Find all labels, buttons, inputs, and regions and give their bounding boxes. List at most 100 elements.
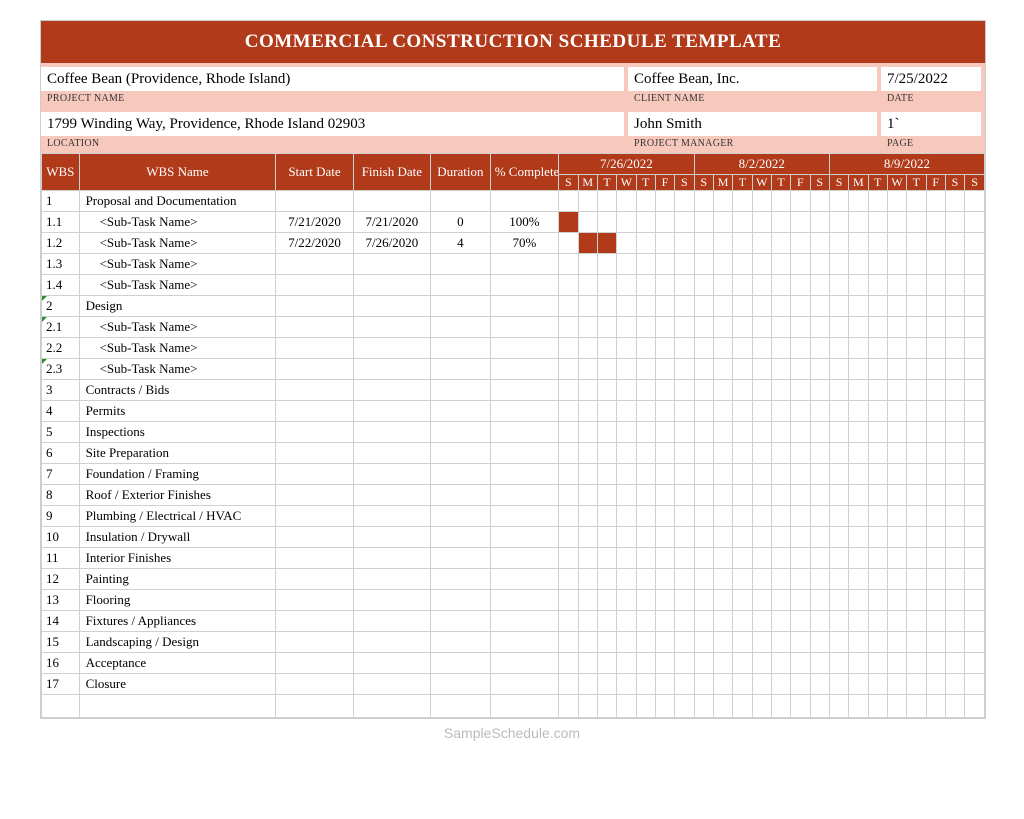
gantt-cell[interactable]: [655, 527, 674, 548]
gantt-cell[interactable]: [945, 485, 964, 506]
gantt-cell[interactable]: [829, 233, 848, 254]
table-row[interactable]: 17Closure: [42, 674, 985, 695]
gantt-cell[interactable]: [771, 569, 790, 590]
gantt-cell[interactable]: [752, 401, 771, 422]
empty-cell[interactable]: [694, 695, 713, 718]
gantt-cell[interactable]: [578, 317, 597, 338]
gantt-cell[interactable]: [791, 443, 810, 464]
gantt-cell[interactable]: [578, 611, 597, 632]
gantt-cell[interactable]: [713, 338, 732, 359]
table-row[interactable]: 14Fixtures / Appliances: [42, 611, 985, 632]
gantt-cell[interactable]: [849, 527, 868, 548]
gantt-cell[interactable]: [559, 401, 578, 422]
gantt-cell[interactable]: [752, 632, 771, 653]
gantt-cell[interactable]: [868, 506, 887, 527]
gantt-cell[interactable]: [713, 254, 732, 275]
gantt-cell[interactable]: [887, 233, 906, 254]
gantt-cell[interactable]: [694, 359, 713, 380]
cell-start[interactable]: [276, 191, 353, 212]
gantt-cell[interactable]: [636, 590, 655, 611]
gantt-cell[interactable]: [713, 674, 732, 695]
gantt-cell[interactable]: [655, 548, 674, 569]
table-row[interactable]: 10Insulation / Drywall: [42, 527, 985, 548]
gantt-cell[interactable]: [752, 653, 771, 674]
gantt-cell[interactable]: [752, 674, 771, 695]
gantt-cell[interactable]: [733, 317, 752, 338]
cell-wbs[interactable]: 5: [42, 422, 80, 443]
page-value[interactable]: 1`: [881, 112, 981, 136]
gantt-cell[interactable]: [965, 338, 985, 359]
gantt-cell[interactable]: [617, 317, 636, 338]
gantt-cell[interactable]: [849, 569, 868, 590]
gantt-cell[interactable]: [965, 464, 985, 485]
gantt-cell[interactable]: [791, 653, 810, 674]
gantt-cell[interactable]: [655, 569, 674, 590]
schedule-grid[interactable]: WBSWBS NameStart DateFinish DateDuration…: [41, 153, 985, 718]
gantt-cell[interactable]: [713, 653, 732, 674]
gantt-cell[interactable]: [868, 569, 887, 590]
gantt-cell[interactable]: [617, 191, 636, 212]
gantt-cell[interactable]: [578, 254, 597, 275]
cell-duration[interactable]: [431, 653, 491, 674]
gantt-cell[interactable]: [733, 296, 752, 317]
gantt-cell[interactable]: [713, 464, 732, 485]
gantt-cell[interactable]: [771, 506, 790, 527]
gantt-cell[interactable]: [559, 296, 578, 317]
gantt-cell[interactable]: [829, 527, 848, 548]
gantt-cell[interactable]: [829, 464, 848, 485]
cell-finish[interactable]: 7/21/2020: [353, 212, 430, 233]
gantt-cell[interactable]: [965, 422, 985, 443]
gantt-cell[interactable]: [752, 380, 771, 401]
gantt-cell[interactable]: [907, 632, 926, 653]
gantt-cell[interactable]: [791, 548, 810, 569]
gantt-cell[interactable]: [655, 191, 674, 212]
gantt-cell[interactable]: [926, 506, 945, 527]
gantt-cell[interactable]: [597, 611, 616, 632]
cell-finish[interactable]: [353, 674, 430, 695]
cell-finish[interactable]: [353, 527, 430, 548]
gantt-cell[interactable]: [694, 233, 713, 254]
cell-pct[interactable]: 70%: [490, 233, 559, 254]
gantt-cell[interactable]: [810, 485, 829, 506]
cell-duration[interactable]: [431, 359, 491, 380]
gantt-cell[interactable]: [752, 611, 771, 632]
gantt-cell[interactable]: [655, 590, 674, 611]
gantt-cell[interactable]: [868, 485, 887, 506]
cell-duration[interactable]: [431, 422, 491, 443]
gantt-cell[interactable]: [791, 632, 810, 653]
cell-duration[interactable]: [431, 275, 491, 296]
gantt-cell[interactable]: [655, 359, 674, 380]
gantt-cell[interactable]: [868, 464, 887, 485]
gantt-cell[interactable]: [655, 506, 674, 527]
gantt-cell[interactable]: [887, 443, 906, 464]
gantt-cell[interactable]: [771, 317, 790, 338]
gantt-cell[interactable]: [597, 422, 616, 443]
gantt-cell[interactable]: [965, 548, 985, 569]
gantt-cell[interactable]: [791, 485, 810, 506]
cell-wbs[interactable]: 1.1: [42, 212, 80, 233]
cell-pct[interactable]: [490, 254, 559, 275]
empty-cell[interactable]: [771, 695, 790, 718]
cell-name[interactable]: Landscaping / Design: [79, 632, 276, 653]
gantt-cell[interactable]: [849, 506, 868, 527]
table-row[interactable]: 3Contracts / Bids: [42, 380, 985, 401]
cell-finish[interactable]: [353, 254, 430, 275]
gantt-cell[interactable]: [887, 527, 906, 548]
gantt-cell[interactable]: [810, 317, 829, 338]
gantt-cell[interactable]: [771, 674, 790, 695]
gantt-cell[interactable]: [810, 338, 829, 359]
gantt-cell[interactable]: [675, 401, 694, 422]
cell-start[interactable]: [276, 275, 353, 296]
gantt-cell[interactable]: [694, 590, 713, 611]
gantt-cell[interactable]: [713, 359, 732, 380]
gantt-cell[interactable]: [733, 485, 752, 506]
table-row[interactable]: 12Painting: [42, 569, 985, 590]
gantt-cell[interactable]: [945, 254, 964, 275]
gantt-cell[interactable]: [945, 212, 964, 233]
gantt-cell[interactable]: [675, 506, 694, 527]
gantt-cell[interactable]: [559, 212, 578, 233]
gantt-cell[interactable]: [926, 464, 945, 485]
cell-duration[interactable]: [431, 632, 491, 653]
gantt-cell[interactable]: [694, 254, 713, 275]
gantt-cell[interactable]: [926, 233, 945, 254]
